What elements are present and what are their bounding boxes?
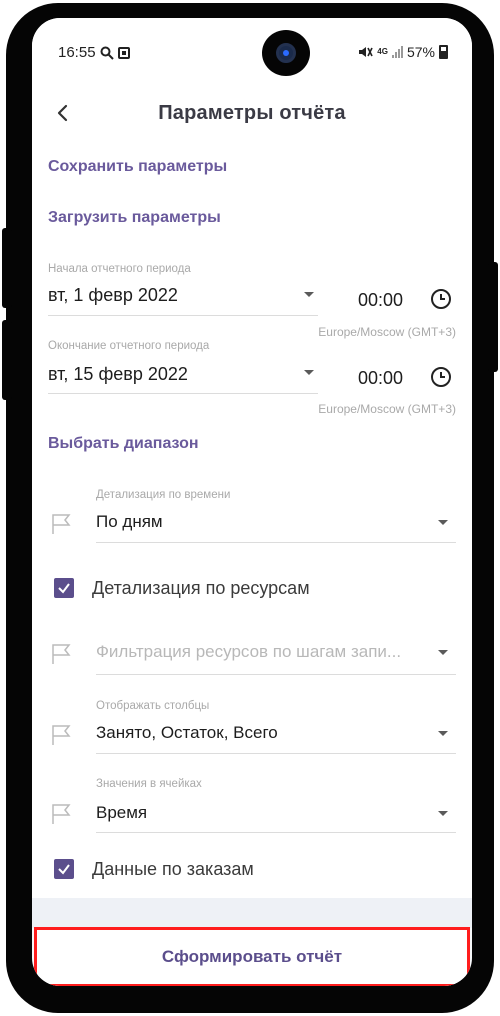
report-params-form: Сохранить параметры Загрузить параметры … [32, 144, 472, 898]
period-start-timezone: Europe/Moscow (GMT+3) [318, 325, 456, 339]
clock-icon[interactable] [430, 366, 452, 388]
page-title: Параметры отчёта [158, 102, 346, 124]
front-camera [262, 30, 310, 76]
period-start-time[interactable]: 00:00 [358, 290, 403, 311]
flag-icon [52, 725, 71, 745]
cell-values-label: Значения в ячейках [96, 778, 202, 790]
select-range-link[interactable]: Выбрать диапазон [48, 435, 199, 453]
checkmark-icon [58, 583, 70, 594]
time-detail-label: Детализация по времени [96, 489, 231, 501]
status-bar: 16:55 4G 57% [32, 18, 472, 82]
chevron-down-icon [304, 292, 314, 297]
flag-icon [52, 644, 71, 664]
divider [96, 674, 456, 675]
generate-report-button[interactable]: Сформировать отчёт [34, 927, 470, 986]
period-start-date[interactable]: вт, 1 февр 2022 [48, 285, 178, 306]
time-detail-select[interactable]: По дням [96, 512, 163, 532]
power-button [488, 262, 498, 372]
checkmark-icon [58, 864, 70, 875]
clock-icon[interactable] [430, 288, 452, 310]
period-end-label: Окончание отчетного периода [48, 340, 210, 352]
columns-label: Отображать столбцы [96, 700, 210, 712]
search-icon [100, 46, 114, 60]
app-bar: Параметры отчёта [32, 82, 472, 144]
chevron-down-icon [438, 811, 448, 816]
save-params-link[interactable]: Сохранить параметры [48, 158, 227, 176]
resource-detail-checkbox[interactable] [54, 578, 74, 598]
period-start-label: Начала отчетного периода [48, 263, 191, 275]
flag-icon [52, 514, 71, 534]
volume-down-button [2, 320, 12, 400]
status-time: 16:55 [58, 44, 96, 61]
divider [96, 832, 456, 833]
cell-values-select[interactable]: Время [96, 803, 147, 823]
chevron-down-icon [438, 520, 448, 525]
divider [96, 542, 456, 543]
chevron-down-icon [304, 370, 314, 375]
generate-report-label: Сформировать отчёт [161, 947, 343, 966]
resource-detail-label[interactable]: Детализация по ресурсам [92, 578, 310, 599]
period-end-timezone: Europe/Moscow (GMT+3) [318, 402, 456, 416]
network-type: 4G [377, 47, 388, 56]
order-data-label[interactable]: Данные по заказам [92, 859, 254, 880]
volume-up-button [2, 228, 12, 308]
period-end-time[interactable]: 00:00 [358, 368, 403, 389]
period-end-date[interactable]: вт, 15 февр 2022 [48, 364, 188, 385]
flag-icon [52, 804, 71, 824]
chevron-down-icon [438, 650, 448, 655]
resource-filter-select[interactable]: Фильтрация ресурсов по шагам запи... [96, 642, 436, 662]
mute-icon [359, 47, 374, 57]
order-data-checkbox[interactable] [54, 859, 74, 879]
camera-lens-icon [276, 43, 296, 63]
load-params-link[interactable]: Загрузить параметры [48, 209, 221, 227]
chevron-down-icon [438, 731, 448, 736]
divider [96, 753, 456, 754]
screen: 16:55 4G 57% Параметры отчёта Сохранить … [32, 18, 472, 986]
signal-icon [391, 46, 403, 58]
battery-icon [439, 45, 448, 59]
battery-percent: 57% [406, 44, 435, 60]
notification-icon [117, 46, 130, 59]
divider [48, 393, 318, 394]
columns-select[interactable]: Занято, Остаток, Всего [96, 723, 278, 743]
footer-band [32, 898, 472, 928]
divider [48, 315, 318, 316]
